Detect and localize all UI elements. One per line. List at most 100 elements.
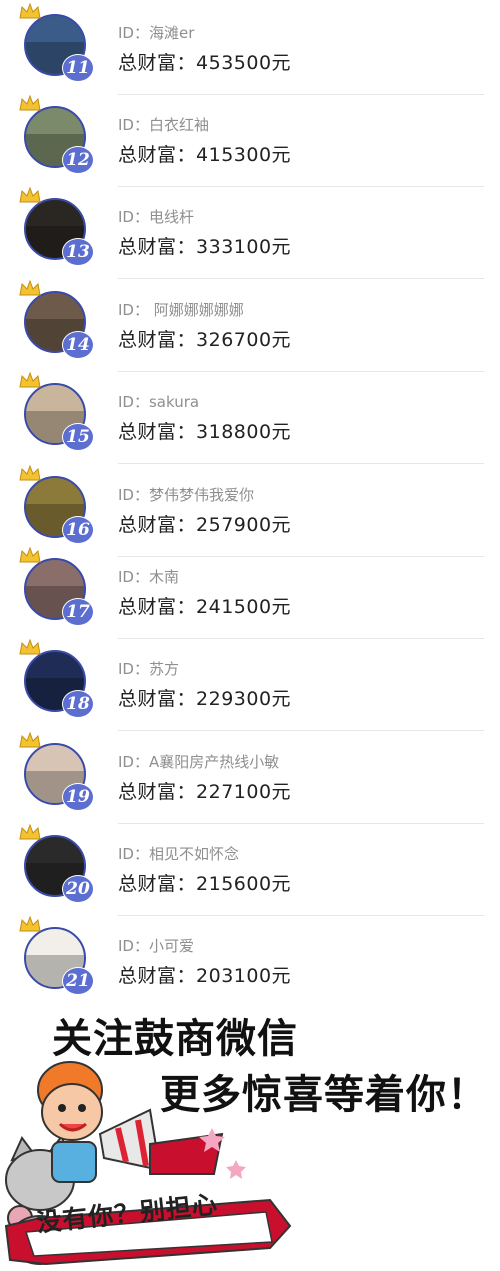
user-id: ID：相见不如怀念 xyxy=(118,843,239,864)
divider xyxy=(118,186,484,187)
divider xyxy=(118,915,484,916)
total-wealth: 总财富：215600元 xyxy=(118,869,291,896)
crown-icon xyxy=(19,464,41,481)
id-value: 梦伟梦伟我爱你 xyxy=(148,486,254,504)
list-item[interactable]: 11 ID：海滩er 总财富：453500元 xyxy=(0,2,500,96)
rank-badge: 11 xyxy=(62,54,94,82)
avatar[interactable]: 18 xyxy=(19,638,94,718)
wealth-value: 326700元 xyxy=(196,329,292,351)
wealth-label: 总财富： xyxy=(118,329,197,351)
crown-icon xyxy=(19,279,41,296)
id-label: ID： xyxy=(118,24,149,42)
wealth-value: 453500元 xyxy=(196,52,292,74)
list-item[interactable]: 18 ID：苏方总财富：229300元 xyxy=(0,638,500,732)
avatar[interactable]: 21 xyxy=(19,915,94,995)
list-item[interactable]: 15 ID：sakura 总财富：318800元 xyxy=(0,371,500,465)
user-id: ID：小可爱 xyxy=(118,935,194,956)
id-value: 小可爱 xyxy=(148,937,194,955)
rank-badge: 15 xyxy=(62,423,94,451)
rank-badge: 12 xyxy=(62,146,94,174)
id-value: 木南 xyxy=(148,568,179,586)
divider xyxy=(118,278,484,279)
id-label: ID： xyxy=(118,937,149,955)
avatar[interactable]: 16 xyxy=(19,464,94,544)
wealth-value: 415300元 xyxy=(196,144,292,166)
avatar[interactable]: 17 xyxy=(19,546,94,626)
divider xyxy=(118,638,484,639)
user-id: ID：sakura xyxy=(118,391,199,412)
id-label: ID： xyxy=(118,486,149,504)
total-wealth: 总财富：227100元 xyxy=(118,777,291,804)
id-label: ID： xyxy=(118,393,149,411)
wealth-value: 257900元 xyxy=(196,514,292,536)
id-label: ID： xyxy=(118,208,149,226)
user-id: ID：A襄阳房产热线小敏 xyxy=(118,751,279,772)
id-value: 相见不如怀念 xyxy=(148,845,239,863)
crown-icon xyxy=(19,371,41,388)
user-id: ID：白衣红袖 xyxy=(118,114,209,135)
rank-badge: 13 xyxy=(62,238,94,266)
avatar[interactable]: 14 xyxy=(19,279,94,359)
wealth-label: 总财富： xyxy=(118,596,197,618)
id-label: ID： xyxy=(118,116,149,134)
list-item[interactable]: 13 ID：电线杆 总财富：333100元 xyxy=(0,186,500,280)
rank-badge: 18 xyxy=(62,690,94,718)
wealth-value: 203100元 xyxy=(196,965,292,987)
rank-badge: 19 xyxy=(62,783,94,811)
rank-badge: 14 xyxy=(62,331,94,359)
id-value: 电线杆 xyxy=(148,208,194,226)
list-item[interactable]: 14 ID： 阿娜娜娜娜娜 总财富：326700元 xyxy=(0,279,500,373)
user-id: ID：海滩er xyxy=(118,22,194,43)
avatar[interactable]: 11 xyxy=(19,2,94,82)
wealth-label: 总财富： xyxy=(118,873,197,895)
divider xyxy=(118,94,484,95)
wealth-label: 总财富： xyxy=(118,688,197,710)
user-id: ID： 阿娜娜娜娜娜 xyxy=(118,299,244,320)
total-wealth: 总财富：318800元 xyxy=(118,417,291,444)
crown-icon xyxy=(19,546,41,563)
divider xyxy=(118,371,484,372)
id-label: ID： xyxy=(118,301,149,319)
promo-section: 关注鼓商微信 更多惊喜等着你！ 没有你？别担心 xyxy=(0,1000,500,1271)
avatar[interactable]: 20 xyxy=(19,823,94,903)
user-id: ID：木南 xyxy=(118,566,179,587)
rank-badge: 17 xyxy=(62,598,94,626)
user-id: ID：电线杆 xyxy=(118,206,194,227)
wealth-label: 总财富： xyxy=(118,781,197,803)
crown-icon xyxy=(19,94,41,111)
id-label: ID： xyxy=(118,568,149,586)
id-value: 苏方 xyxy=(148,660,179,678)
id-value: A襄阳房产热线小敏 xyxy=(148,753,280,771)
user-id: ID：梦伟梦伟我爱你 xyxy=(118,484,254,505)
wealth-value: 215600元 xyxy=(196,873,292,895)
avatar[interactable]: 15 xyxy=(19,371,94,451)
list-item[interactable]: 12 ID：白衣红袖 总财富：415300元 xyxy=(0,94,500,188)
wealth-label: 总财富： xyxy=(118,52,197,74)
rank-badge: 16 xyxy=(62,516,94,544)
list-item[interactable]: 16 ID：梦伟梦伟我爱你 总财富：257900元 xyxy=(0,464,500,558)
avatar[interactable]: 19 xyxy=(19,731,94,811)
wealth-value: 333100元 xyxy=(196,236,292,258)
total-wealth: 总财富：229300元 xyxy=(118,684,291,711)
avatar[interactable]: 13 xyxy=(19,186,94,266)
list-item[interactable]: 19 ID：A襄阳房产热线小敏总财富：227100元 xyxy=(0,731,500,825)
wealth-label: 总财富： xyxy=(118,144,197,166)
wealth-label: 总财富： xyxy=(118,965,197,987)
list-item[interactable]: 21 ID：小可爱 总财富：203100元 xyxy=(0,915,500,1009)
id-value: 白衣红袖 xyxy=(148,116,209,134)
rank-badge: 20 xyxy=(62,875,94,903)
wealth-value: 241500元 xyxy=(196,596,292,618)
crown-icon xyxy=(19,823,41,840)
total-wealth: 总财富：203100元 xyxy=(118,961,291,988)
wealth-label: 总财富： xyxy=(118,421,197,443)
list-item[interactable]: 20 ID：相见不如怀念 总财富：215600元 xyxy=(0,823,500,917)
list-item[interactable]: 17 ID：木南总财富：241500元 xyxy=(0,546,500,640)
crown-icon xyxy=(19,731,41,748)
crown-icon xyxy=(19,2,41,19)
avatar[interactable]: 12 xyxy=(19,94,94,174)
id-value: 阿娜娜娜娜娜 xyxy=(148,301,244,319)
divider xyxy=(118,463,484,464)
crown-icon xyxy=(19,915,41,932)
promo-subheadline: 更多惊喜等着你！ xyxy=(160,1072,488,1118)
user-id: ID：苏方 xyxy=(118,658,179,679)
